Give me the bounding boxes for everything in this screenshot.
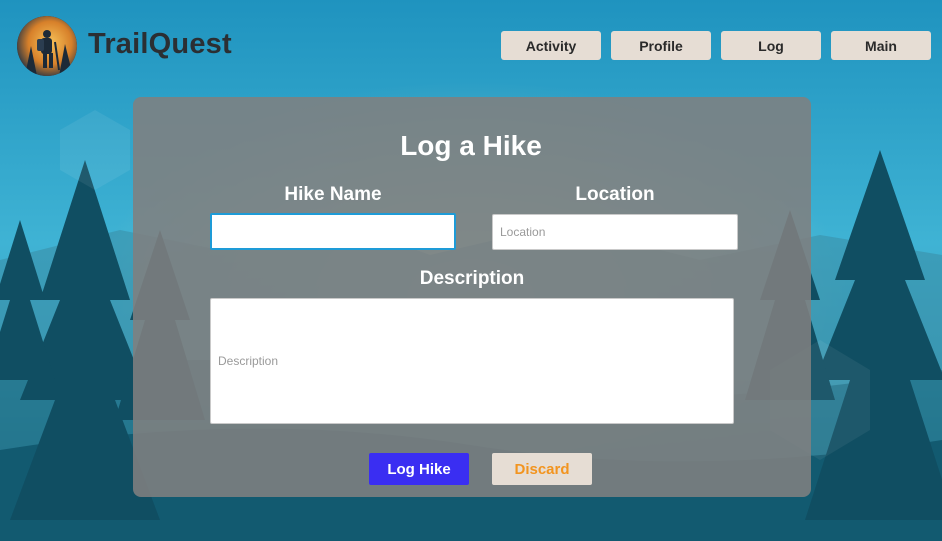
description-textarea[interactable]: Description bbox=[210, 298, 734, 424]
log-hike-button[interactable]: Log Hike bbox=[369, 453, 469, 485]
nav-log-button[interactable]: Log bbox=[721, 31, 821, 60]
description-label: Description bbox=[419, 268, 525, 289]
hike-name-input[interactable] bbox=[210, 213, 456, 250]
description-placeholder: Description bbox=[218, 354, 279, 368]
nav-activity-button[interactable]: Activity bbox=[501, 31, 601, 60]
form-title: Log a Hike bbox=[400, 130, 542, 161]
location-label: Location bbox=[575, 184, 655, 205]
brand-name: TrailQuest bbox=[88, 28, 232, 60]
location-input[interactable] bbox=[492, 214, 738, 250]
discard-button[interactable]: Discard bbox=[492, 453, 592, 485]
hiker-logo-icon[interactable] bbox=[17, 16, 77, 76]
nav-main-button[interactable]: Main bbox=[831, 31, 931, 60]
nav-profile-button[interactable]: Profile bbox=[611, 31, 711, 60]
hike-name-label: Hike Name bbox=[284, 184, 382, 205]
